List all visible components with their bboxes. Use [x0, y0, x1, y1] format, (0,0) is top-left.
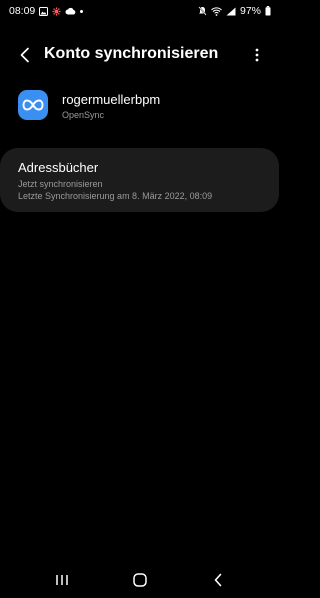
battery-percent: 97%	[239, 5, 261, 17]
more-vertical-icon	[255, 48, 259, 62]
sync-item-address-books[interactable]: Adressbücher Jetzt synchronisieren Letzt…	[0, 148, 279, 212]
account-info: rogermuellerbpm OpenSync	[0, 86, 279, 126]
status-left: 08:09	[9, 5, 84, 17]
home-icon	[133, 573, 147, 587]
gallery-icon	[39, 6, 49, 16]
dot-icon	[80, 9, 84, 13]
back-arrow-icon	[20, 47, 29, 63]
status-time: 08:09	[9, 5, 36, 17]
back-button[interactable]	[12, 41, 38, 69]
recents-button[interactable]	[49, 570, 75, 590]
mute-icon	[198, 6, 207, 16]
nav-back-button[interactable]	[205, 570, 231, 590]
app-bar: Konto synchronisieren	[0, 38, 279, 72]
recents-icon	[56, 575, 68, 585]
home-button[interactable]	[127, 570, 153, 590]
status-right: 97%	[198, 5, 271, 17]
sync-now-text: Jetzt synchronisieren	[18, 179, 103, 189]
account-name: rogermuellerbpm	[62, 92, 161, 107]
last-sync-text: Letzte Synchronisierung am 8. März 2022,…	[18, 191, 213, 201]
screen: 08:09 97% Konto synchronisieren rogermue…	[0, 0, 279, 598]
settings-icon	[52, 6, 61, 16]
back-icon	[214, 573, 222, 587]
infinity-icon	[18, 90, 48, 120]
status-bar: 08:09 97%	[0, 0, 279, 22]
navigation-bar	[0, 562, 279, 598]
cloud-icon	[65, 7, 76, 15]
battery-icon	[265, 6, 271, 16]
wifi-icon	[211, 6, 222, 16]
account-type: OpenSync	[62, 110, 105, 120]
more-options-button[interactable]	[249, 41, 265, 69]
page-title: Konto synchronisieren	[44, 45, 219, 62]
signal-icon	[226, 7, 236, 16]
sync-item-title: Adressbücher	[18, 160, 99, 175]
